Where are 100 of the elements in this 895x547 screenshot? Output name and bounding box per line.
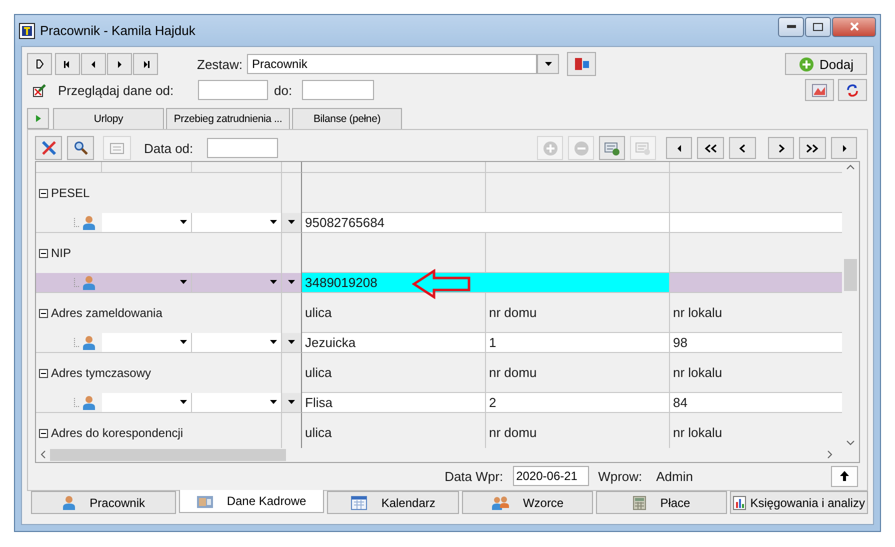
refresh-icon: [846, 84, 859, 96]
collapse-icon[interactable]: [39, 368, 48, 378]
collapse-icon[interactable]: [39, 248, 48, 258]
date-field[interactable]: [207, 138, 278, 158]
columns-button[interactable]: [567, 52, 596, 76]
filter-label: Przeglądaj dane od:: [58, 82, 175, 98]
tab[interactable]: Bilanse (pełne): [292, 108, 402, 129]
tree-line: [74, 218, 80, 227]
dropdown-cell[interactable]: [282, 213, 302, 233]
search-button[interactable]: [67, 136, 94, 160]
table-cell: 2: [486, 393, 670, 413]
caret-icon: [288, 280, 295, 285]
add-button[interactable]: Dodaj: [785, 53, 867, 75]
previous-button[interactable]: [666, 137, 692, 159]
combo-field[interactable]: [102, 333, 192, 353]
table-row[interactable]: Flisa 2 84: [36, 393, 842, 413]
table-row[interactable]: Jezuicka 1 98: [36, 333, 842, 353]
tree-line: [74, 278, 80, 287]
dropdown-cell[interactable]: [282, 393, 302, 413]
close-button[interactable]: [832, 16, 876, 36]
add-card-button[interactable]: [599, 136, 625, 160]
collapse-icon[interactable]: [39, 428, 48, 438]
scroll-right-icon[interactable]: [827, 450, 833, 460]
export-button[interactable]: [805, 79, 834, 101]
tab[interactable]: Dane Kadrowe: [178, 490, 324, 513]
chart-icon: [733, 496, 746, 510]
forward-button[interactable]: [768, 137, 794, 159]
dropdown-button[interactable]: [537, 54, 559, 74]
tab[interactable]: Kalendarz: [327, 491, 460, 514]
person-icon: [82, 215, 96, 230]
first-button[interactable]: [55, 53, 80, 75]
date-from-field[interactable]: [198, 80, 268, 100]
chevron-icon: [778, 144, 784, 152]
person-icon: [82, 275, 96, 290]
caret-icon: [288, 220, 295, 225]
image-icon: [812, 84, 827, 96]
up-button[interactable]: [831, 466, 858, 487]
scroll-down-icon[interactable]: [846, 440, 855, 446]
first-icon: [63, 60, 72, 68]
tab[interactable]: Płace: [596, 491, 728, 514]
combo-field[interactable]: [192, 393, 282, 413]
table-row[interactable]: 3489019208: [36, 273, 842, 293]
refresh-button[interactable]: [838, 79, 867, 101]
combo-field[interactable]: [102, 393, 192, 413]
table-cell: [36, 162, 102, 173]
new-record-button[interactable]: [27, 53, 52, 75]
edit-icon: [33, 84, 46, 96]
caret-icon: [180, 400, 187, 405]
tools-button[interactable]: [35, 136, 62, 160]
combo-field[interactable]: [192, 273, 282, 293]
table-cell: 1: [486, 333, 670, 353]
back-button[interactable]: [729, 137, 756, 159]
expand-button[interactable]: [27, 108, 49, 129]
minimize-button[interactable]: [778, 16, 804, 36]
chevron-icon: [739, 144, 746, 152]
previous-button[interactable]: [81, 53, 106, 75]
dropdown-cell[interactable]: [282, 333, 302, 353]
scroll-thumb[interactable]: [844, 258, 857, 291]
combo-field[interactable]: [102, 273, 192, 293]
last-button[interactable]: [133, 53, 158, 75]
set-field[interactable]: Pracownik: [247, 54, 537, 74]
tab[interactable]: Wzorce: [462, 491, 594, 514]
next-icon: [115, 60, 124, 68]
scroll-thumb[interactable]: [50, 448, 286, 461]
tab[interactable]: Księgowania i analizy: [730, 491, 868, 514]
maximize-button[interactable]: [805, 16, 831, 36]
date-to-field[interactable]: [302, 80, 374, 100]
group-label: PESEL: [51, 186, 90, 200]
table-row[interactable]: 95082765684: [36, 213, 842, 233]
caret-icon: [288, 400, 295, 405]
plus-icon: [798, 56, 814, 72]
collapse-icon[interactable]: [39, 188, 48, 198]
entry-date-field[interactable]: 2020-06-21: [513, 466, 590, 486]
entered-by-label: Wprow:: [598, 468, 642, 484]
next-button[interactable]: [107, 53, 132, 75]
tab[interactable]: Przebieg zatrudnienia ...: [166, 108, 290, 129]
combo-field[interactable]: [192, 333, 282, 353]
caret-icon: [180, 280, 187, 285]
tab[interactable]: Urlopy: [53, 108, 164, 129]
entry-date-label: Data Wpr:: [444, 468, 504, 484]
collapse-icon[interactable]: [39, 308, 48, 318]
combo-field[interactable]: [192, 213, 282, 233]
fast-forward-button[interactable]: [799, 137, 826, 159]
caret-icon: [288, 340, 295, 345]
combo-field[interactable]: [102, 213, 192, 233]
to-label: do:: [274, 82, 292, 98]
next-button[interactable]: [831, 137, 857, 159]
date-from-label: Data od:: [144, 140, 194, 156]
dropdown-cell[interactable]: [282, 273, 302, 293]
arrow-drawing: [412, 269, 472, 299]
rewind-button[interactable]: [697, 137, 724, 159]
person-icon: [62, 495, 76, 510]
person-icon: [82, 335, 96, 350]
scroll-up-icon[interactable]: [846, 164, 855, 170]
tab[interactable]: Pracownik: [31, 491, 176, 514]
person-icon: [82, 395, 96, 410]
group-label: Adres tymczasowy: [51, 366, 152, 380]
scroll-left-icon[interactable]: [40, 450, 46, 460]
people-icon: [492, 496, 509, 510]
caret-icon: [270, 340, 277, 345]
